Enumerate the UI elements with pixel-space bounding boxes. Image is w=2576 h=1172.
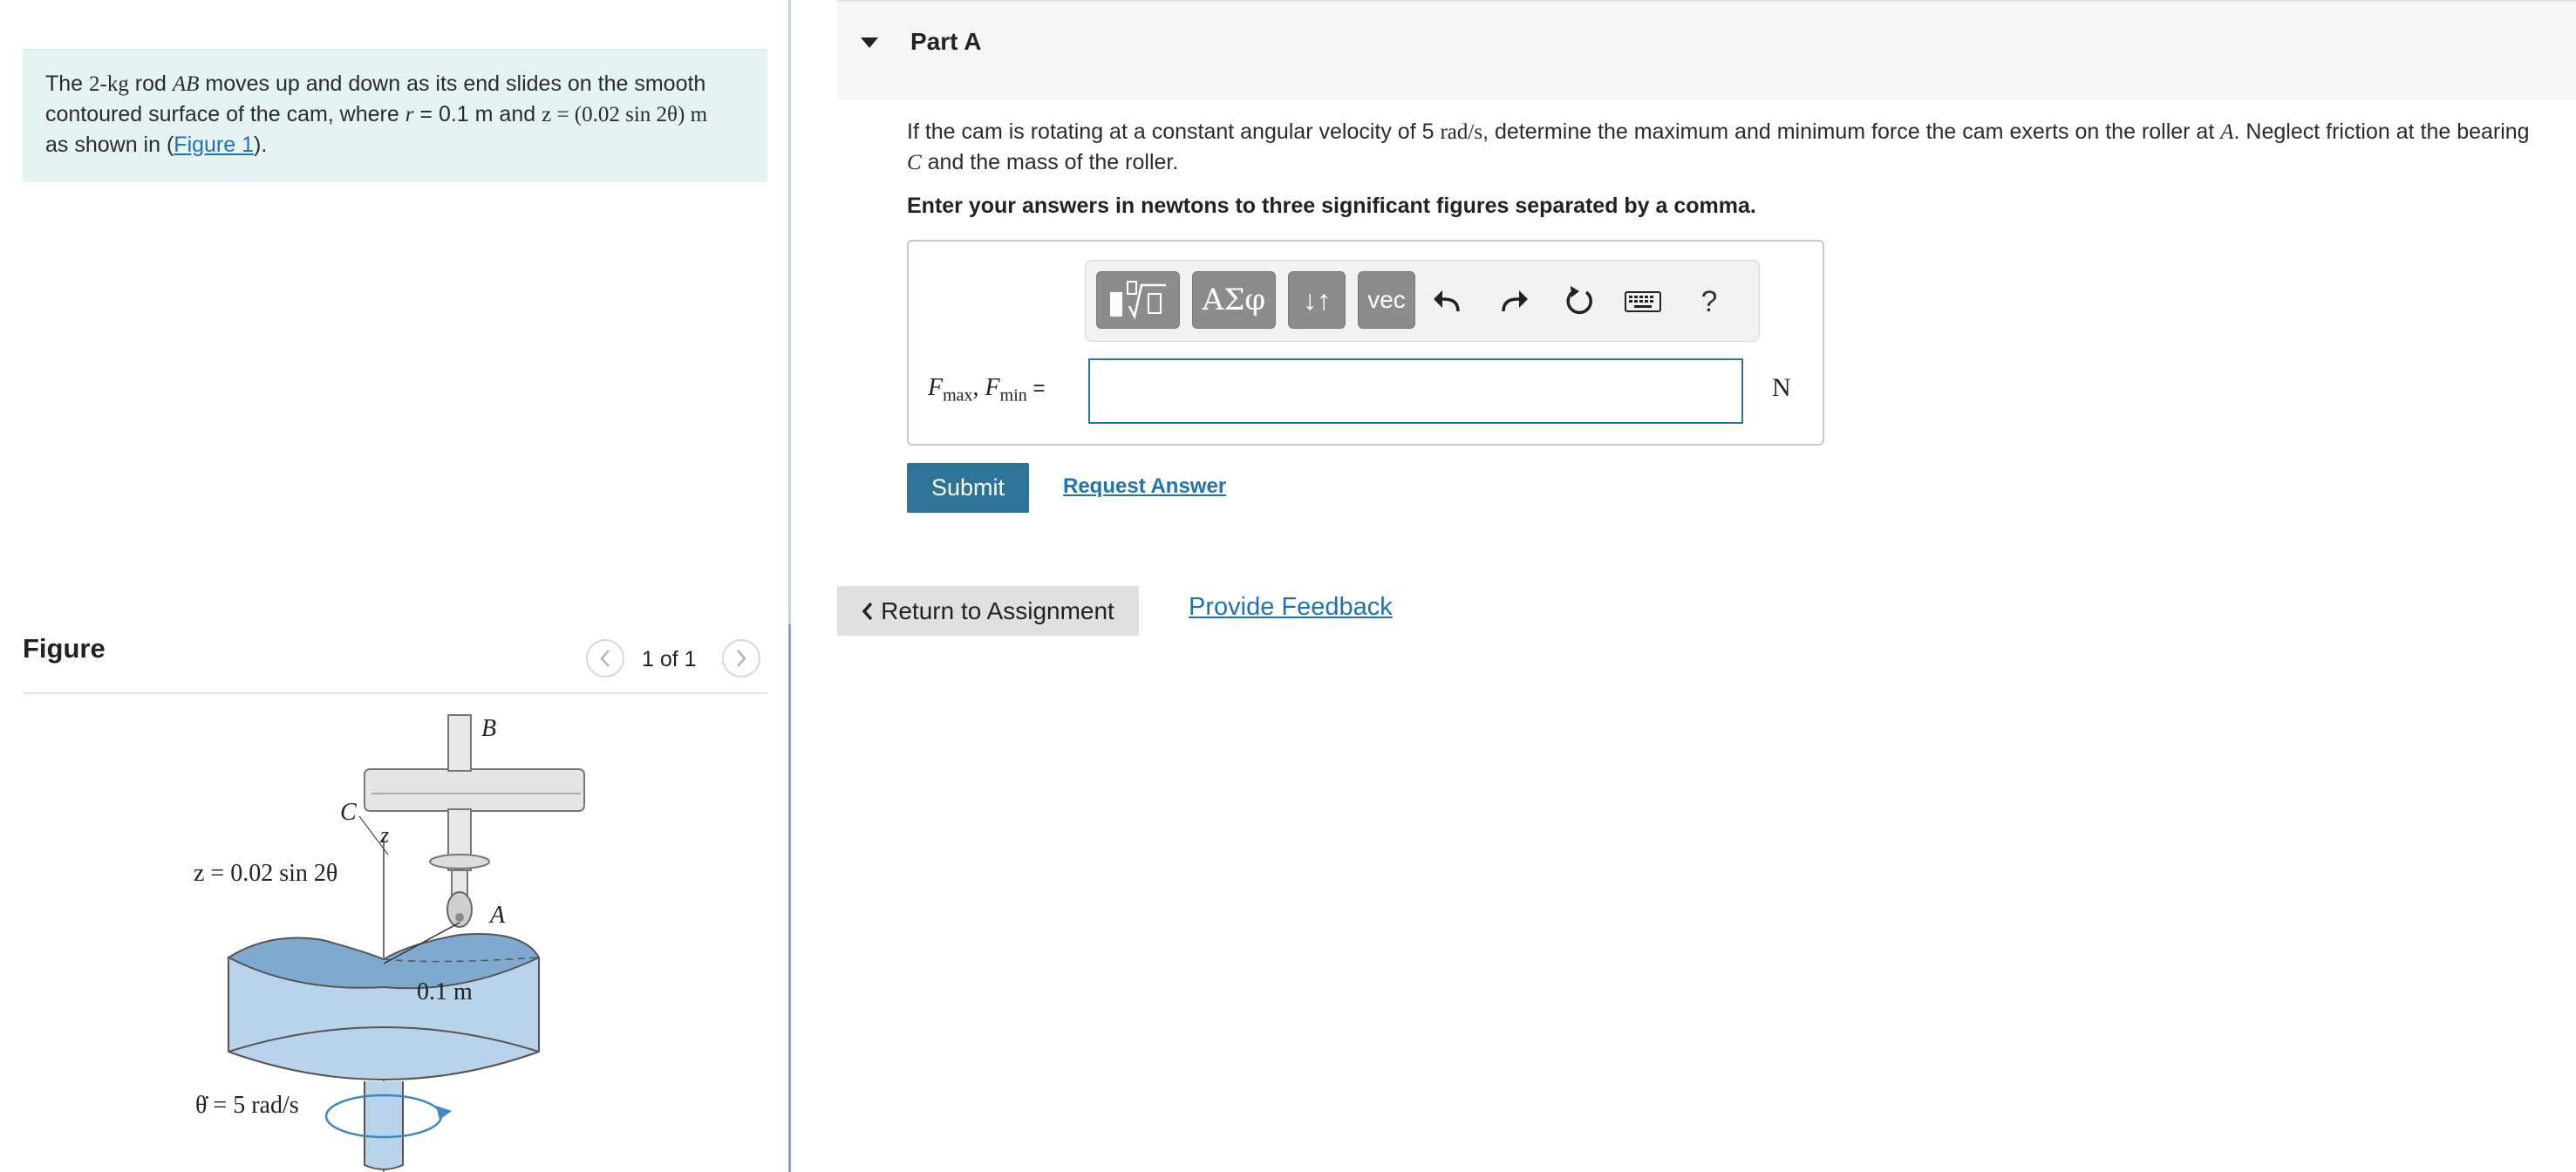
problem-text-segment: The [45,72,90,96]
F-symbol: F [985,374,1000,401]
figure-counter: 1 of 1 [642,647,697,671]
keyboard-icon [1625,291,1661,312]
point-A: A [2220,120,2234,144]
help-button[interactable]: ? [1687,280,1731,324]
label-radius: 0.1 m [417,978,473,1005]
label-angular-velocity: θ̇ = 5 rad/s [195,1092,299,1119]
arrows-button[interactable]: ↓↑ [1288,271,1346,329]
bearing-plate [364,768,585,812]
chevron-right-icon [737,650,746,667]
keyboard-button[interactable] [1621,280,1665,324]
rod-label: AB [172,72,200,96]
figure-heading: Figure [23,633,106,664]
undo-icon [1434,290,1460,312]
request-answer-link[interactable]: Request Answer [1063,474,1226,499]
problem-text-segment: ). [254,133,268,157]
answer-unit: N [1772,373,1791,402]
question-text: If the cam is rotating at a constant ang… [907,117,2546,178]
min-subscript: min [999,385,1027,405]
redo-button[interactable] [1492,280,1536,324]
problem-text-segment: as shown in ( [45,133,174,157]
label-B: B [481,715,496,742]
problem-text: The 2-kg rod AB moves up and down as its… [45,69,734,160]
label-A: A [488,902,506,929]
chevron-left-icon [862,602,873,620]
reset-icon [1566,286,1592,315]
return-label: Return to Assignment [881,596,1114,624]
answer-label: Fmax, Fmin = [928,373,1045,406]
submit-button[interactable]: Submit [907,463,1029,513]
math-toolbar: ΑΣφ ↓↑ vec ? [1085,260,1760,342]
caret-down-icon[interactable] [860,37,879,49]
rod-top [447,714,472,772]
label-z-equation: z = 0.02 sin 2θ [194,860,337,887]
label-z: z [379,822,389,848]
figure-link[interactable]: Figure 1 [174,133,254,157]
separator: , [972,374,985,401]
F-symbol: F [928,374,944,401]
chevron-left-icon [600,650,610,667]
undo-button[interactable] [1426,280,1469,324]
r-symbol: r [405,103,414,126]
mass-value: 2-kg [89,72,129,96]
next-figure-button[interactable] [722,639,760,678]
redo-icon [1502,290,1528,312]
z-equation: z = (0.02 sin 2θ) m [542,103,708,126]
templates-button[interactable] [1096,271,1180,329]
r-value: = 0.1 m [413,102,494,126]
point-C: C [907,151,922,174]
left-pane: The 2-kg rod AB moves up and down as its… [0,0,788,1172]
problem-text-segment: rod [128,72,173,96]
omega-unit: rad/s [1440,120,1483,144]
question-segment: If the cam is rotating at a constant ang… [907,119,1441,144]
reset-button[interactable] [1557,280,1600,324]
question-segment: and the mass of the roller. [921,150,1179,174]
return-to-assignment-button[interactable]: Return to Assignment [837,586,1139,636]
answer-instructions: Enter your answers in newtons to three s… [907,194,1756,218]
part-header[interactable]: Part A [837,0,2576,99]
max-subscript: max [943,385,973,405]
greek-symbols-button[interactable]: ΑΣφ [1192,271,1276,329]
problem-text-segment: and [493,102,542,126]
fraction-radical-icon [1110,281,1166,320]
question-segment: . Neglect friction at the bearing [2233,119,2530,144]
equals-sign: = [1026,377,1046,400]
vector-button[interactable]: vec [1358,271,1415,329]
previous-figure-button[interactable] [586,639,624,678]
figure-divider [23,692,767,694]
answer-input[interactable] [1088,358,1743,424]
question-segment: , determine the maximum and minimum forc… [1482,119,2221,144]
part-title: Part A [910,28,982,55]
cam-figure: B C z z = 0.02 sin 2θ A 0.1 m θ̇ = 5 rad… [194,714,585,1172]
problem-statement: The 2-kg rod AB moves up and down as its… [23,49,767,182]
provide-feedback-link[interactable]: Provide Feedback [1189,593,1393,622]
pane-divider-scroll [788,624,791,1172]
label-C: C [340,799,357,826]
